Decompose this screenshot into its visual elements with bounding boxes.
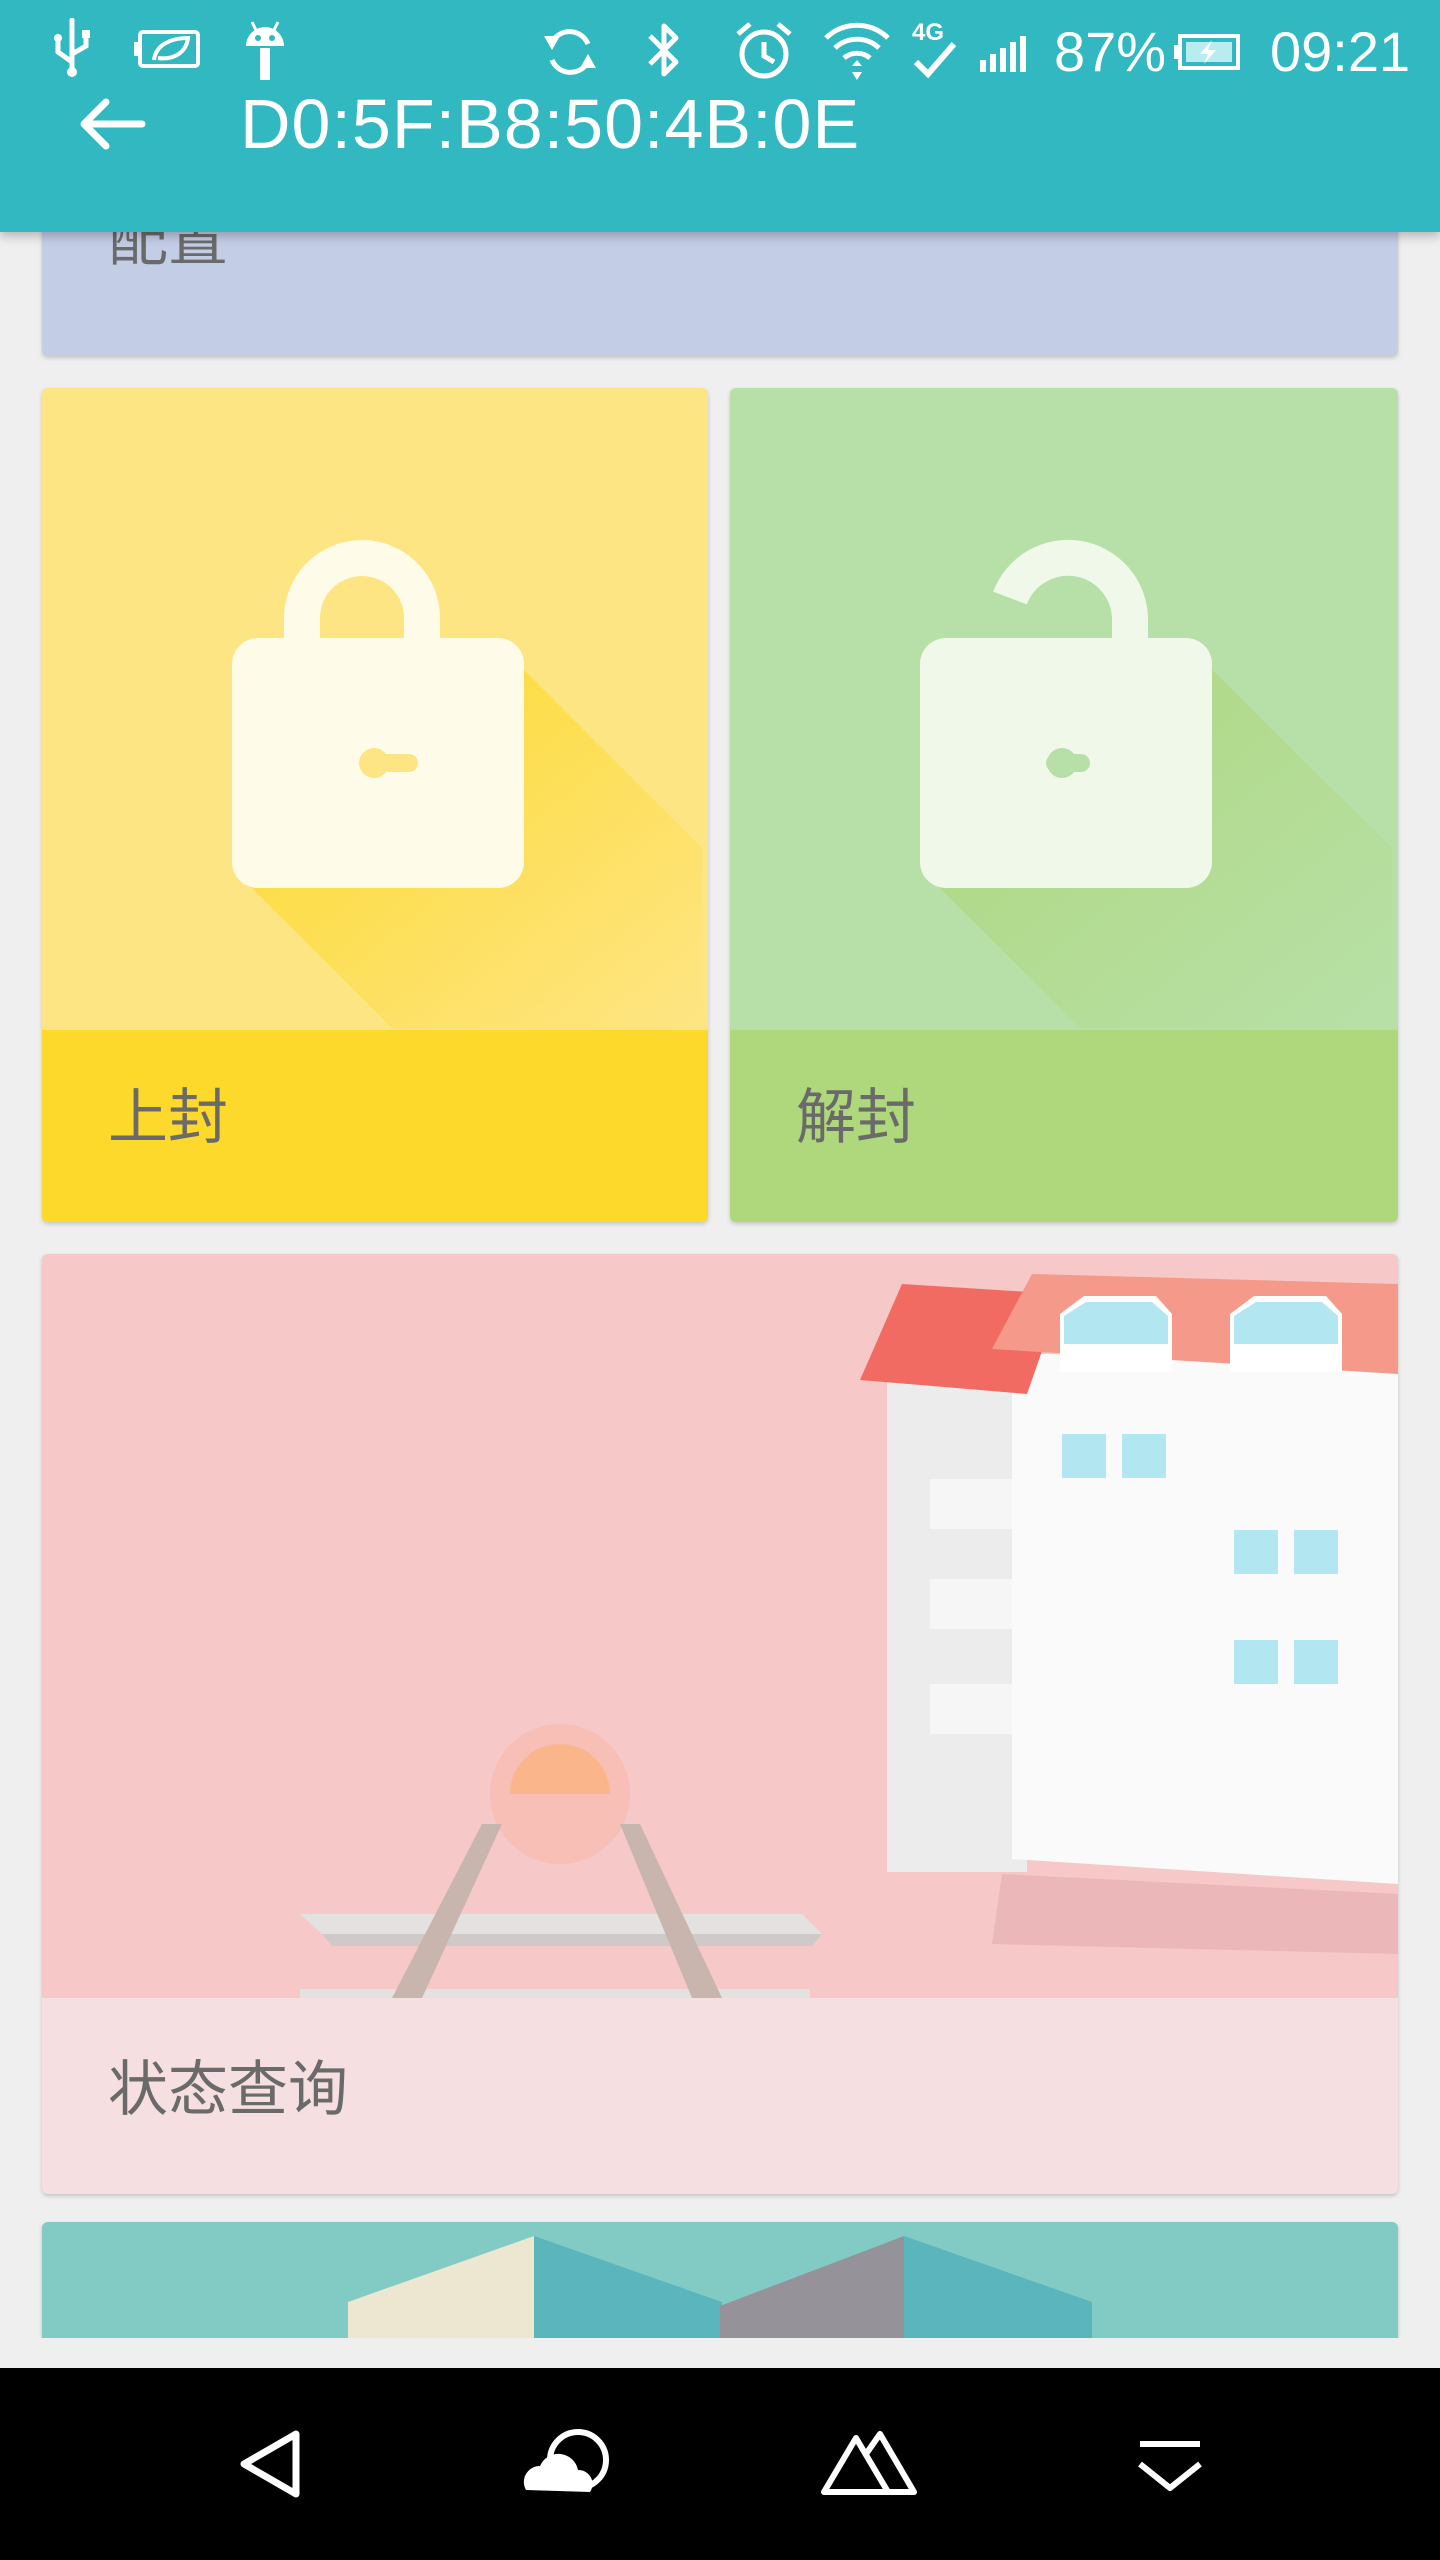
lock-closed-icon	[232, 540, 702, 1028]
notification-down-icon	[1138, 2441, 1202, 2491]
back-button[interactable]	[72, 84, 152, 164]
wifi-icon	[822, 18, 892, 82]
signal-icon	[980, 34, 1036, 74]
usb-icon	[50, 18, 94, 78]
nav-back-button[interactable]	[210, 2404, 330, 2524]
battery-percent: 87%	[1054, 20, 1167, 83]
next-card[interactable]	[42, 2222, 1398, 2338]
status-query-card-label: 状态查询	[108, 2055, 348, 2125]
nav-recents-button[interactable]	[810, 2404, 930, 2524]
mountains-icon	[821, 2431, 917, 2495]
building-illustration	[300, 1274, 1398, 1998]
nav-home-button[interactable]	[510, 2404, 630, 2524]
battery-saver-icon	[132, 28, 202, 72]
card-grid: 配置 上封 解封 状态查询	[0, 232, 1440, 2338]
config-card[interactable]: 配置	[42, 232, 1398, 356]
navigation-bar	[0, 2368, 1440, 2560]
status-query-card[interactable]: 状态查询	[42, 1254, 1398, 2194]
app-bar: 4G 87% 09:21 D0:5F:B8:50:4B:0E	[0, 0, 1440, 232]
status-time: 09:21	[1270, 20, 1411, 83]
seal-card-label: 上封	[108, 1083, 228, 1153]
config-card-label: 配置	[108, 232, 228, 275]
arrow-back-icon	[80, 98, 146, 150]
unseal-card[interactable]: 解封	[730, 388, 1398, 1222]
sync-icon	[540, 22, 600, 82]
svg-text:4G: 4G	[912, 19, 944, 46]
network-4g-icon: 4G	[910, 16, 960, 82]
seal-card[interactable]: 上封	[42, 388, 708, 1222]
lock-open-icon	[920, 539, 1392, 1028]
android-debug-icon	[240, 16, 290, 82]
alarm-icon	[732, 18, 796, 82]
bluetooth-icon	[644, 18, 684, 82]
cloud-icon	[523, 2429, 609, 2492]
back-triangle-icon	[240, 2430, 300, 2498]
unseal-card-label: 解封	[796, 1083, 916, 1153]
battery-charging-icon	[1172, 32, 1242, 72]
buildings-illustration	[348, 2236, 1092, 2338]
page-title: D0:5F:B8:50:4B:0E	[240, 85, 861, 163]
nav-notifications-button[interactable]	[1110, 2404, 1230, 2524]
